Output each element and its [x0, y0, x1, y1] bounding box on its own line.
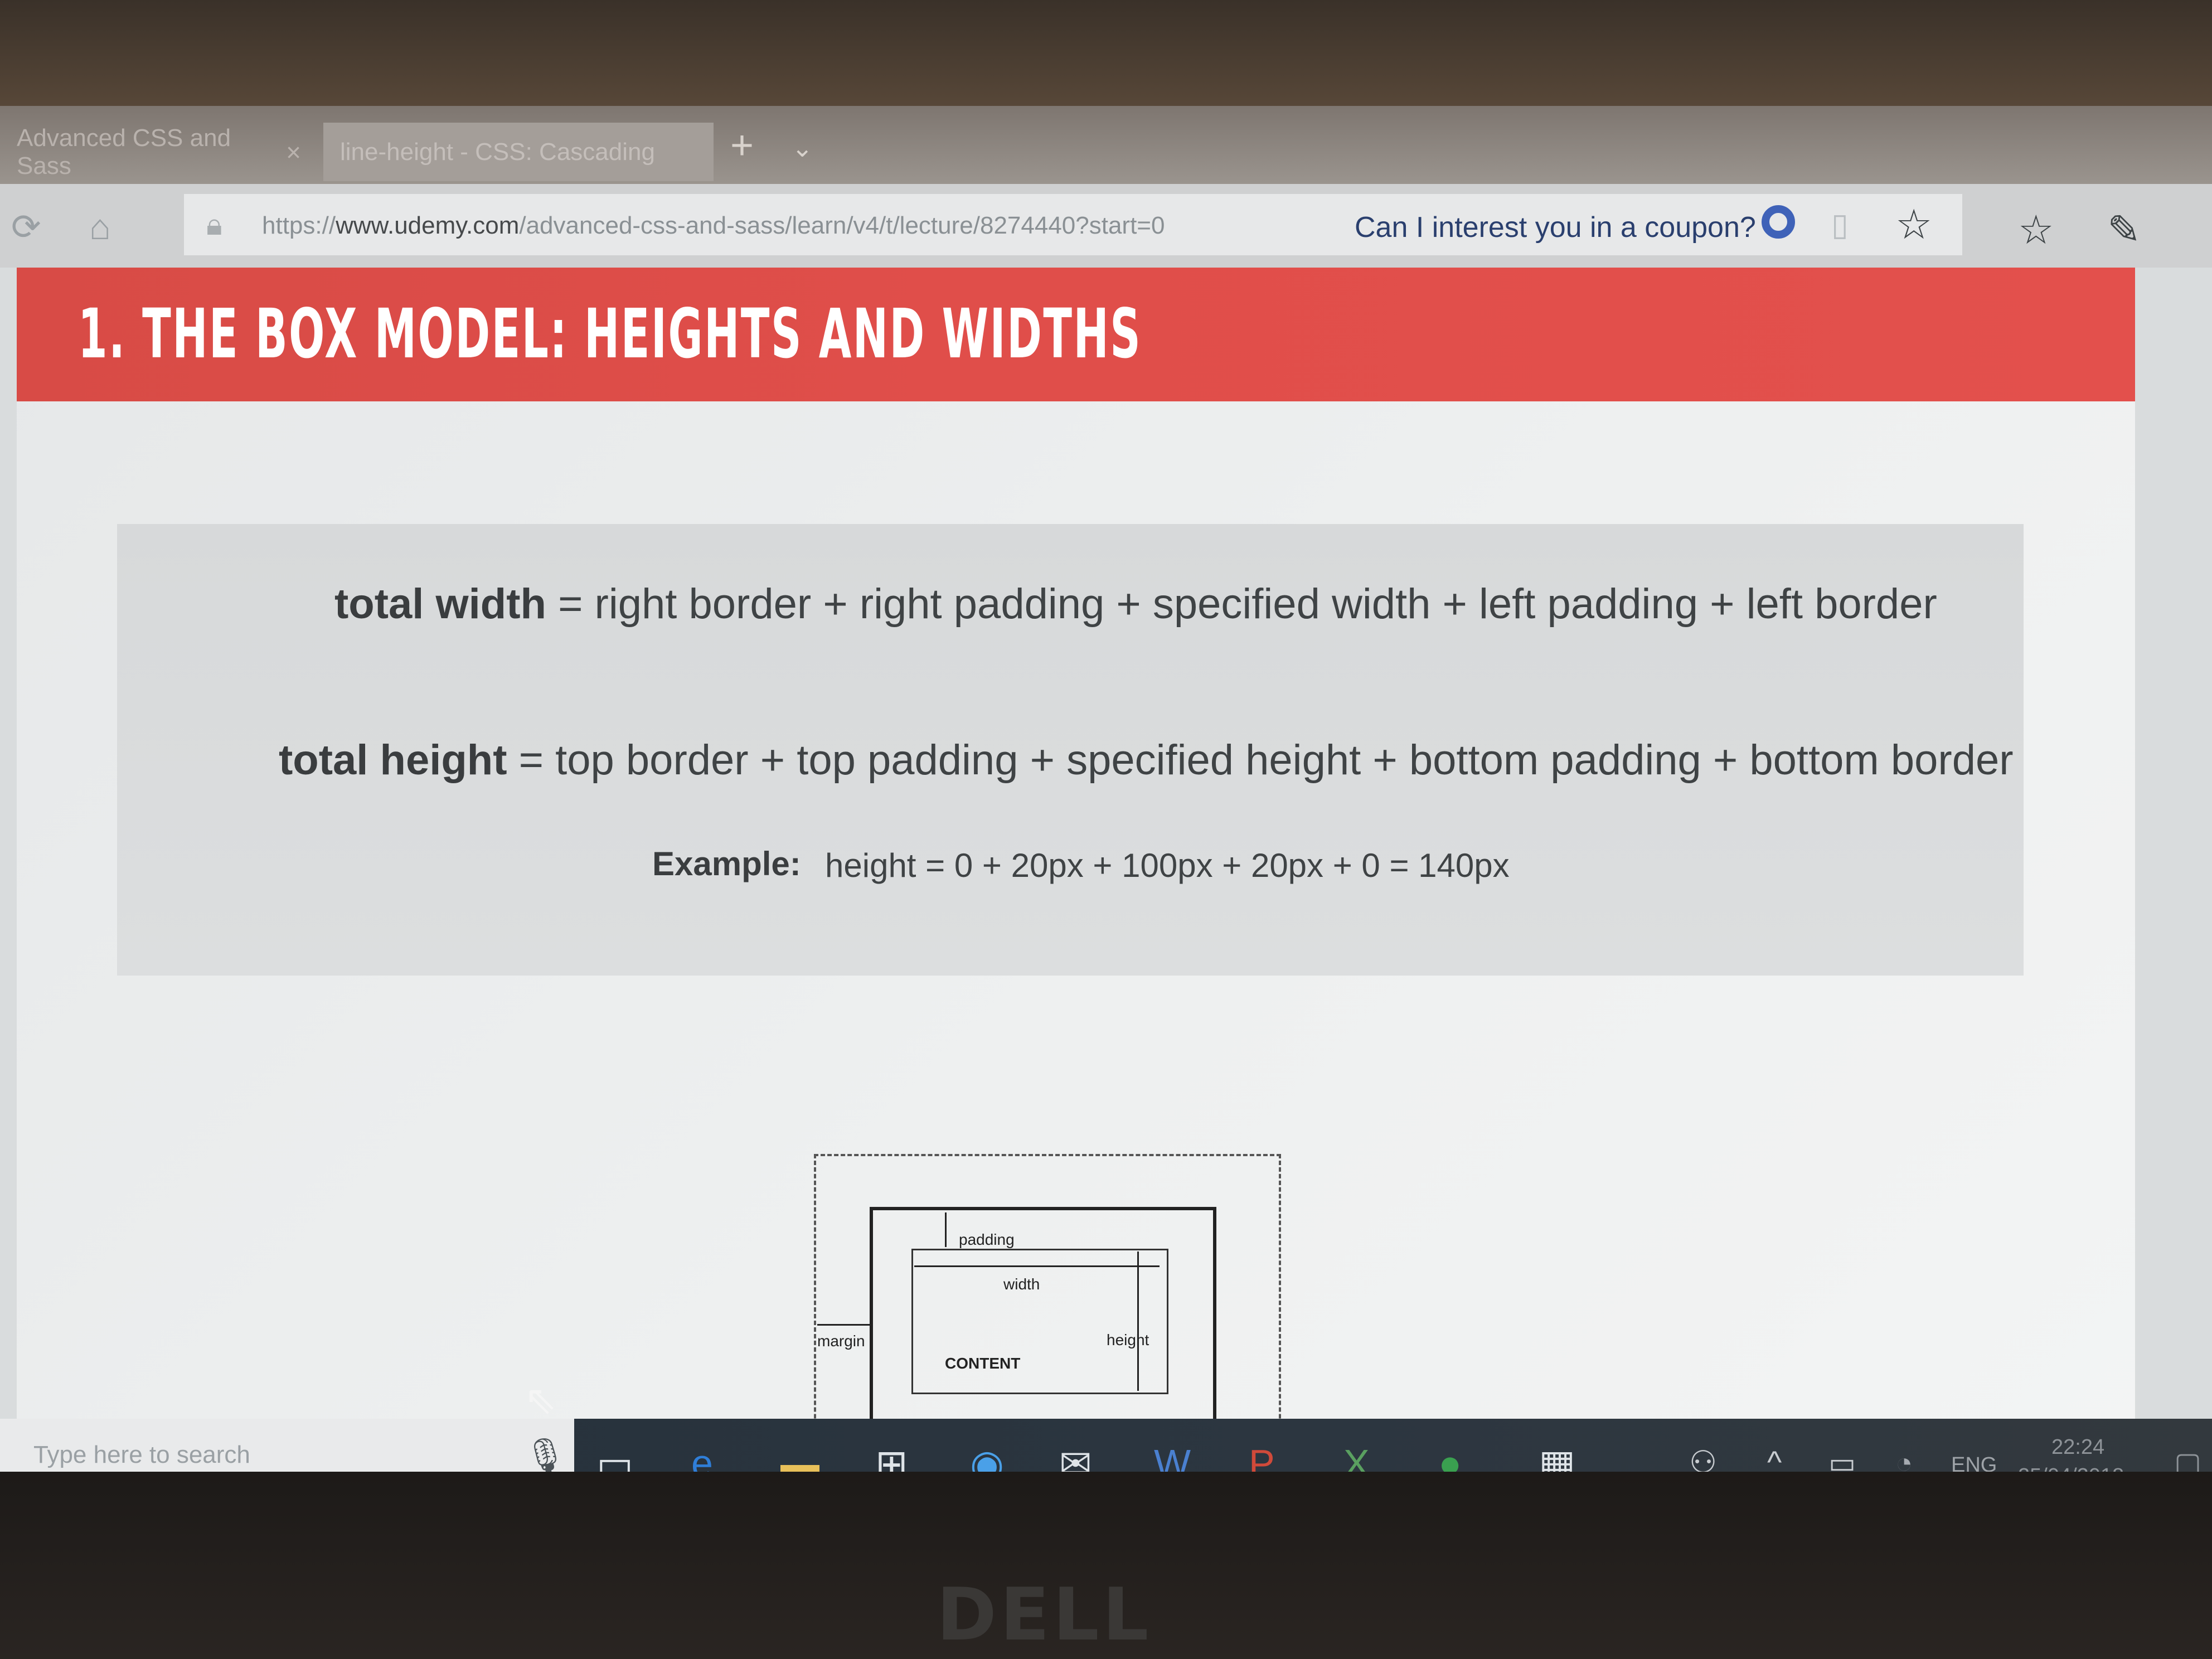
new-tab-button[interactable]: + [730, 123, 754, 168]
lock-icon: 🔒︎ [206, 208, 222, 241]
refresh-icon[interactable]: ⟳ [11, 206, 41, 248]
slide-header: 1. THE BOX MODEL: HEIGHTS AND WIDTHS [17, 268, 2135, 401]
notes-icon[interactable]: ✎ [2107, 206, 2141, 253]
margin-label: margin [817, 1332, 865, 1350]
height-expression: = top border + top padding + specified h… [518, 736, 2014, 784]
formula-panel: total width = right border + right paddi… [117, 524, 2024, 976]
height-label: height [1107, 1331, 1149, 1348]
navigation-bar: ⟳ ⌂ 🔒︎ https://www.udemy.com/advanced-cs… [0, 184, 2212, 268]
height-term: total height [279, 736, 507, 784]
close-icon[interactable]: × [286, 137, 301, 167]
example-value: height = 0 + 20px + 100px + 20px + 0 = 1… [825, 847, 1510, 884]
tab-list-button[interactable]: ⌄ [792, 133, 813, 163]
lecture-slide: 1. THE BOX MODEL: HEIGHTS AND WIDTHS tot… [17, 268, 2135, 1498]
width-label: width [1003, 1275, 1040, 1293]
width-term: total width [334, 580, 546, 628]
home-icon[interactable]: ⌂ [89, 206, 111, 248]
height-formula: total height = top border + top padding … [279, 736, 2014, 784]
slide-title: 1. THE BOX MODEL: HEIGHTS AND WIDTHS [78, 294, 1142, 373]
coupon-prompt[interactable]: Can I interest you in a coupon? [1355, 211, 1756, 244]
address-bar[interactable]: 🔒︎ https://www.udemy.com/advanced-css-an… [184, 194, 1962, 255]
search-placeholder: Type here to search [33, 1441, 250, 1468]
width-expression: = right border + right padding + specifi… [558, 580, 1937, 628]
height-arrow [1137, 1251, 1139, 1391]
width-formula: total width = right border + right paddi… [334, 580, 1937, 628]
example-label: Example: [652, 845, 801, 882]
url-text[interactable]: https://www.udemy.com/advanced-css-and-s… [262, 212, 1165, 240]
reading-view-icon[interactable]: ▯ [1831, 206, 1849, 243]
cortana-icon[interactable] [1762, 205, 1795, 239]
padding-label: padding [959, 1231, 1015, 1248]
margin-arrow [817, 1324, 870, 1326]
tab-advanced-css[interactable]: Advanced CSS and Sass × [0, 123, 318, 181]
tab-label: Advanced CSS and Sass [17, 124, 231, 180]
tab-label: line-height - CSS: Cascading [340, 138, 655, 166]
favorites-hub-icon[interactable]: ☆ [2018, 206, 2054, 253]
clock-time[interactable]: 22:24 [2051, 1435, 2104, 1459]
screen: Advanced CSS and Sass × line-height - CS… [0, 106, 2212, 1502]
mouse-cursor-icon: ⇖ [524, 1378, 557, 1422]
mic-icon[interactable]: 🎙︎ [524, 1435, 566, 1475]
padding-arrow [945, 1212, 947, 1247]
monitor-bezel-top [0, 0, 2212, 106]
tab-bar: Advanced CSS and Sass × line-height - CS… [0, 106, 2212, 184]
favorite-star-icon[interactable]: ☆ [1895, 201, 1932, 249]
tab-line-height[interactable]: line-height - CSS: Cascading [323, 123, 714, 181]
width-arrow [914, 1265, 1160, 1267]
dell-logo: DELL [937, 1572, 1152, 1657]
content-label: CONTENT [945, 1355, 1021, 1372]
